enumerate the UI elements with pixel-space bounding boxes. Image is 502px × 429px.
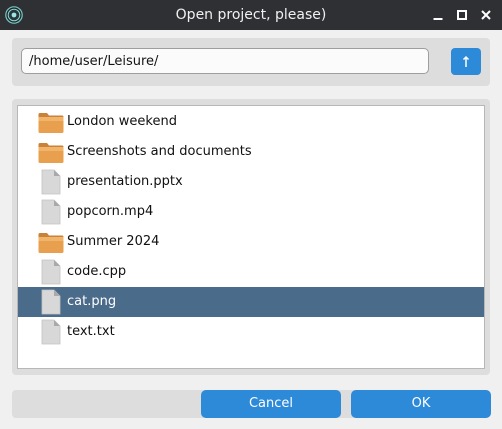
item-label: Summer 2024	[67, 234, 160, 249]
go-up-button[interactable]	[451, 48, 481, 75]
file-icon	[37, 289, 65, 315]
file-item[interactable]: popcorn.mp4	[18, 197, 484, 227]
item-label: Screenshots and documents	[67, 144, 252, 159]
window-title: Open project, please)	[175, 7, 327, 23]
maximize-button[interactable]	[452, 5, 472, 25]
minimize-button[interactable]	[428, 5, 448, 25]
item-label: text.txt	[67, 324, 115, 339]
minimize-icon	[433, 18, 443, 20]
file-icon	[37, 199, 65, 225]
open-project-dialog: Open project, please) London weekend Scre…	[0, 0, 502, 429]
item-label: presentation.pptx	[67, 174, 183, 189]
folder-item[interactable]: Screenshots and documents	[18, 137, 484, 167]
cancel-button[interactable]: Cancel	[201, 390, 341, 418]
maximize-icon	[457, 10, 467, 20]
file-item[interactable]: code.cpp	[18, 257, 484, 287]
title-bar: Open project, please)	[0, 0, 502, 30]
file-item[interactable]: text.txt	[18, 317, 484, 347]
item-label: London weekend	[67, 114, 177, 129]
file-item[interactable]: presentation.pptx	[18, 167, 484, 197]
folder-icon	[37, 139, 65, 165]
folder-icon	[37, 109, 65, 135]
file-list[interactable]: London weekend Screenshots and documents p…	[17, 105, 485, 369]
folder-item[interactable]: London weekend	[18, 107, 484, 137]
folder-item[interactable]: Summer 2024	[18, 227, 484, 257]
item-label: popcorn.mp4	[67, 204, 154, 219]
arrow-up-icon	[462, 55, 470, 67]
item-label: code.cpp	[67, 264, 127, 279]
close-icon	[481, 10, 491, 20]
folder-icon	[37, 229, 65, 255]
close-button[interactable]	[476, 5, 496, 25]
path-input[interactable]	[21, 48, 429, 74]
file-item[interactable]: cat.png	[18, 287, 484, 317]
item-label: cat.png	[67, 294, 117, 309]
file-icon	[37, 259, 65, 285]
file-icon	[37, 319, 65, 345]
ok-button[interactable]: OK	[351, 390, 491, 418]
file-icon	[37, 169, 65, 195]
